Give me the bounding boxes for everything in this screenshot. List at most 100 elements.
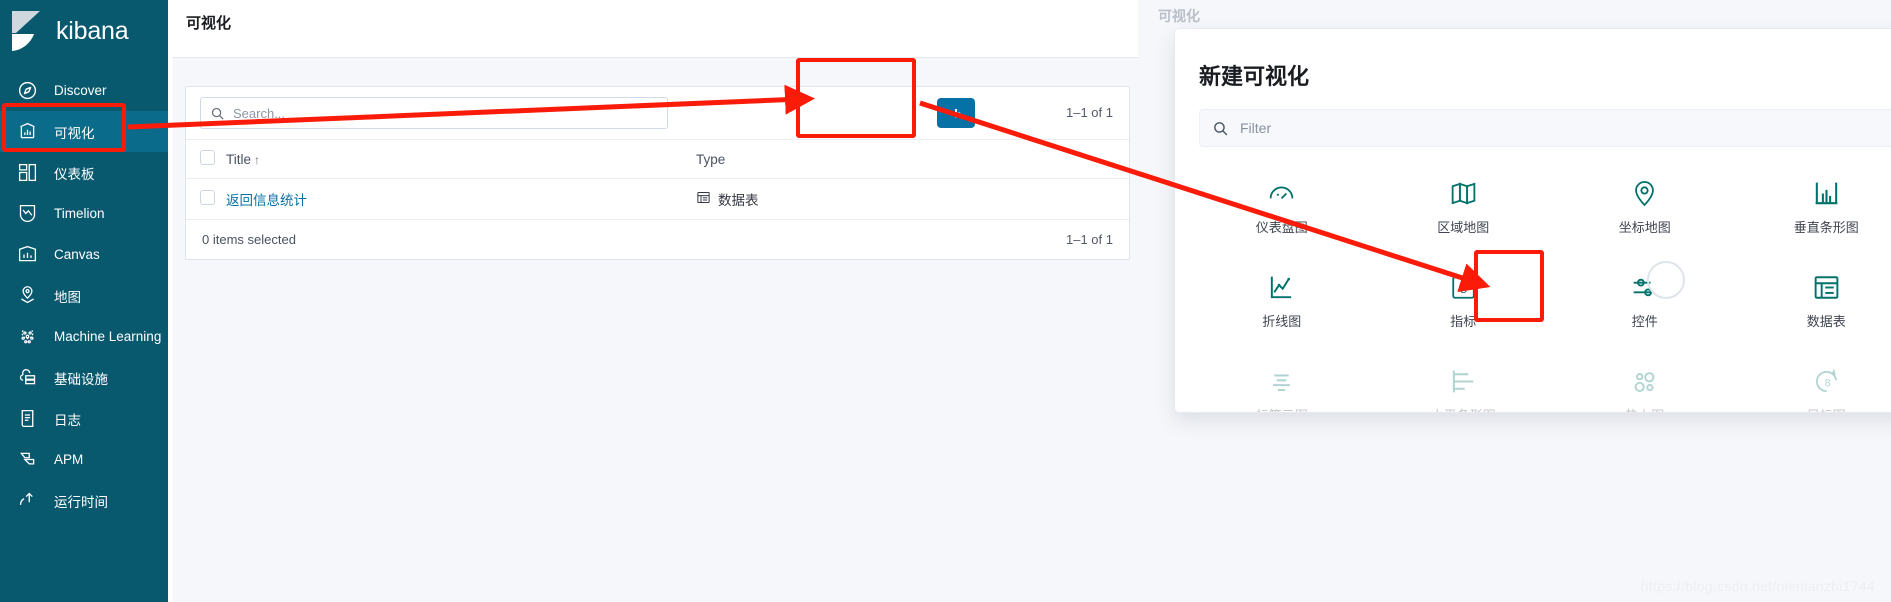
visualization-title-link[interactable]: 返回信息统计 xyxy=(226,193,307,208)
sidebar-item-discover[interactable]: Discover xyxy=(0,70,168,111)
select-all-cell xyxy=(186,139,226,179)
sidebar: kibana Discover 可视化 仪表板 Timelion Canvas … xyxy=(0,0,168,602)
row-type-cell: 数据表 xyxy=(696,178,1129,219)
vis-type-vertical-bar[interactable]: 垂直条形图 xyxy=(1736,163,1891,251)
region-map-icon xyxy=(1449,179,1478,208)
sidebar-item-canvas[interactable]: Canvas xyxy=(0,234,168,275)
brand[interactable]: kibana xyxy=(0,0,168,62)
vis-type-tag-cloud[interactable]: 标签云图 xyxy=(1191,351,1373,413)
app-root: kibana Discover 可视化 仪表板 Timelion Canvas … xyxy=(0,0,1891,602)
vis-type-label: 仪表盘图 xyxy=(1255,219,1308,235)
sidebar-item-logs[interactable]: 日志 xyxy=(0,398,168,439)
horizontal-bar-icon xyxy=(1449,367,1478,396)
visualization-type-grid: 仪表盘图 区域地图 坐标地图 垂直条形图 折线图 8 指标 控件 数据表 8 xyxy=(1191,163,1891,413)
sidebar-item-label: 基础设施 xyxy=(54,371,108,387)
vis-type-label: 水平条形图 xyxy=(1431,405,1496,413)
kibana-logo-icon xyxy=(10,11,46,51)
sidebar-item-machine-learning[interactable]: Machine Learning xyxy=(0,316,168,357)
vis-type-label: 目标图 xyxy=(1807,405,1846,413)
tag-cloud-icon xyxy=(1267,367,1296,396)
search-icon xyxy=(1212,120,1229,137)
row-title-cell: 返回信息统计 xyxy=(226,178,696,219)
main-body: + 1–1 of 1 Title↑ Type xyxy=(173,57,1138,602)
page-title: 可视化 xyxy=(186,15,232,32)
compass-icon xyxy=(16,80,38,102)
row-checkbox[interactable] xyxy=(200,190,215,205)
machine-learning-icon xyxy=(16,326,38,348)
vis-type-label: 指标 xyxy=(1450,313,1477,329)
add-visualization-button[interactable]: + xyxy=(937,98,975,128)
row-type-label: 数据表 xyxy=(718,193,759,208)
visualizations-panel: + 1–1 of 1 Title↑ Type xyxy=(185,86,1130,260)
brand-text: kibana xyxy=(56,16,129,45)
sidebar-item-apm[interactable]: APM xyxy=(0,439,168,480)
row-select-cell xyxy=(186,178,226,219)
column-header-type-label: Type xyxy=(696,151,726,167)
map-pin-icon xyxy=(16,285,38,307)
goal-icon: 8 xyxy=(1812,367,1841,396)
modal-title: 新建可视化 xyxy=(1199,64,1310,89)
sidebar-item-label: 可视化 xyxy=(54,125,95,141)
infrastructure-icon xyxy=(16,367,38,389)
vis-type-heatmap[interactable]: 热力图 xyxy=(1554,351,1736,413)
sidebar-item-uptime[interactable]: 运行时间 xyxy=(0,480,168,521)
filter-box[interactable] xyxy=(1199,109,1891,147)
vis-type-label: 坐标地图 xyxy=(1618,219,1671,235)
search-icon xyxy=(210,106,225,121)
table-row: 返回信息统计 数据表 xyxy=(186,178,1129,219)
table-header-row: Title ↑ Type xyxy=(186,139,1129,179)
data-table-icon xyxy=(1812,273,1841,302)
vis-type-controls[interactable]: 控件 xyxy=(1554,257,1736,345)
svg-text:8: 8 xyxy=(1824,377,1830,389)
sidebar-item-maps[interactable]: 地图 xyxy=(0,275,168,316)
selection-status: 0 items selected xyxy=(202,232,296,247)
visualizations-table: Title ↑ Type 返回信息统计 数据表 xyxy=(186,139,1129,219)
sidebar-item-label: APM xyxy=(54,452,84,467)
sidebar-item-timelion[interactable]: Timelion xyxy=(0,193,168,234)
panel-footer: 0 items selected 1–1 of 1 xyxy=(186,219,1129,259)
sidebar-item-label: Machine Learning xyxy=(54,329,162,344)
vis-type-horizontal-bar[interactable]: 水平条形图 xyxy=(1373,351,1555,413)
vis-type-label: 标签云图 xyxy=(1256,405,1308,413)
sidebar-item-infrastructure[interactable]: 基础设施 xyxy=(0,357,168,398)
vis-type-label: 区域地图 xyxy=(1437,219,1490,235)
sidebar-item-dashboard[interactable]: 仪表板 xyxy=(0,152,168,193)
vis-type-gauge[interactable]: 仪表盘图 xyxy=(1191,163,1373,251)
sort-ascending-icon: ↑ xyxy=(254,152,261,167)
sidebar-item-visualize[interactable]: 可视化 xyxy=(0,111,168,152)
watermark: https://blog.csdn.net/nienianzhi1744 xyxy=(1640,578,1875,594)
visualize-icon xyxy=(16,121,38,143)
vis-type-label: 控件 xyxy=(1631,313,1658,329)
search-input[interactable] xyxy=(231,104,667,122)
row-type-content: 数据表 xyxy=(696,189,1129,209)
dashboard-icon xyxy=(16,162,38,184)
sidebar-item-label: Discover xyxy=(54,83,107,98)
vis-type-region-map[interactable]: 区域地图 xyxy=(1373,163,1555,251)
uptime-icon xyxy=(16,490,38,512)
vis-type-coordinate-map[interactable]: 坐标地图 xyxy=(1554,163,1736,251)
controls-icon xyxy=(1630,273,1659,302)
svg-text:8: 8 xyxy=(1460,280,1467,295)
vis-type-data-table[interactable]: 数据表 xyxy=(1736,257,1891,345)
vis-type-line[interactable]: 折线图 xyxy=(1191,257,1373,345)
search-box[interactable] xyxy=(200,97,668,129)
logs-icon xyxy=(16,408,38,430)
timelion-icon xyxy=(16,203,38,225)
new-visualization-modal: 新建可视化 仪表盘图 区域地图 xyxy=(1174,28,1891,413)
vis-type-goal[interactable]: 8 目标图 xyxy=(1736,351,1891,413)
column-header-type[interactable]: Type xyxy=(696,139,1129,179)
metric-icon: 8 xyxy=(1449,273,1478,302)
column-header-title[interactable]: Title ↑ xyxy=(226,139,696,179)
new-visualization-overlay: 可视化 新建可视化 仪表盘图 xyxy=(1138,0,1891,602)
column-header-title-label: Title xyxy=(226,151,252,167)
vis-type-label: 数据表 xyxy=(1806,313,1846,329)
sidebar-item-label: 仪表板 xyxy=(54,166,95,182)
sidebar-item-label: 日志 xyxy=(54,412,81,428)
filter-input[interactable] xyxy=(1238,119,1891,137)
pager-bottom: 1–1 of 1 xyxy=(1066,232,1113,247)
sidebar-item-label: 地图 xyxy=(54,289,81,305)
vis-type-metric[interactable]: 8 指标 xyxy=(1373,257,1555,345)
vis-type-label: 热力图 xyxy=(1625,405,1664,413)
apm-icon xyxy=(16,449,38,471)
select-all-checkbox[interactable] xyxy=(200,150,215,165)
